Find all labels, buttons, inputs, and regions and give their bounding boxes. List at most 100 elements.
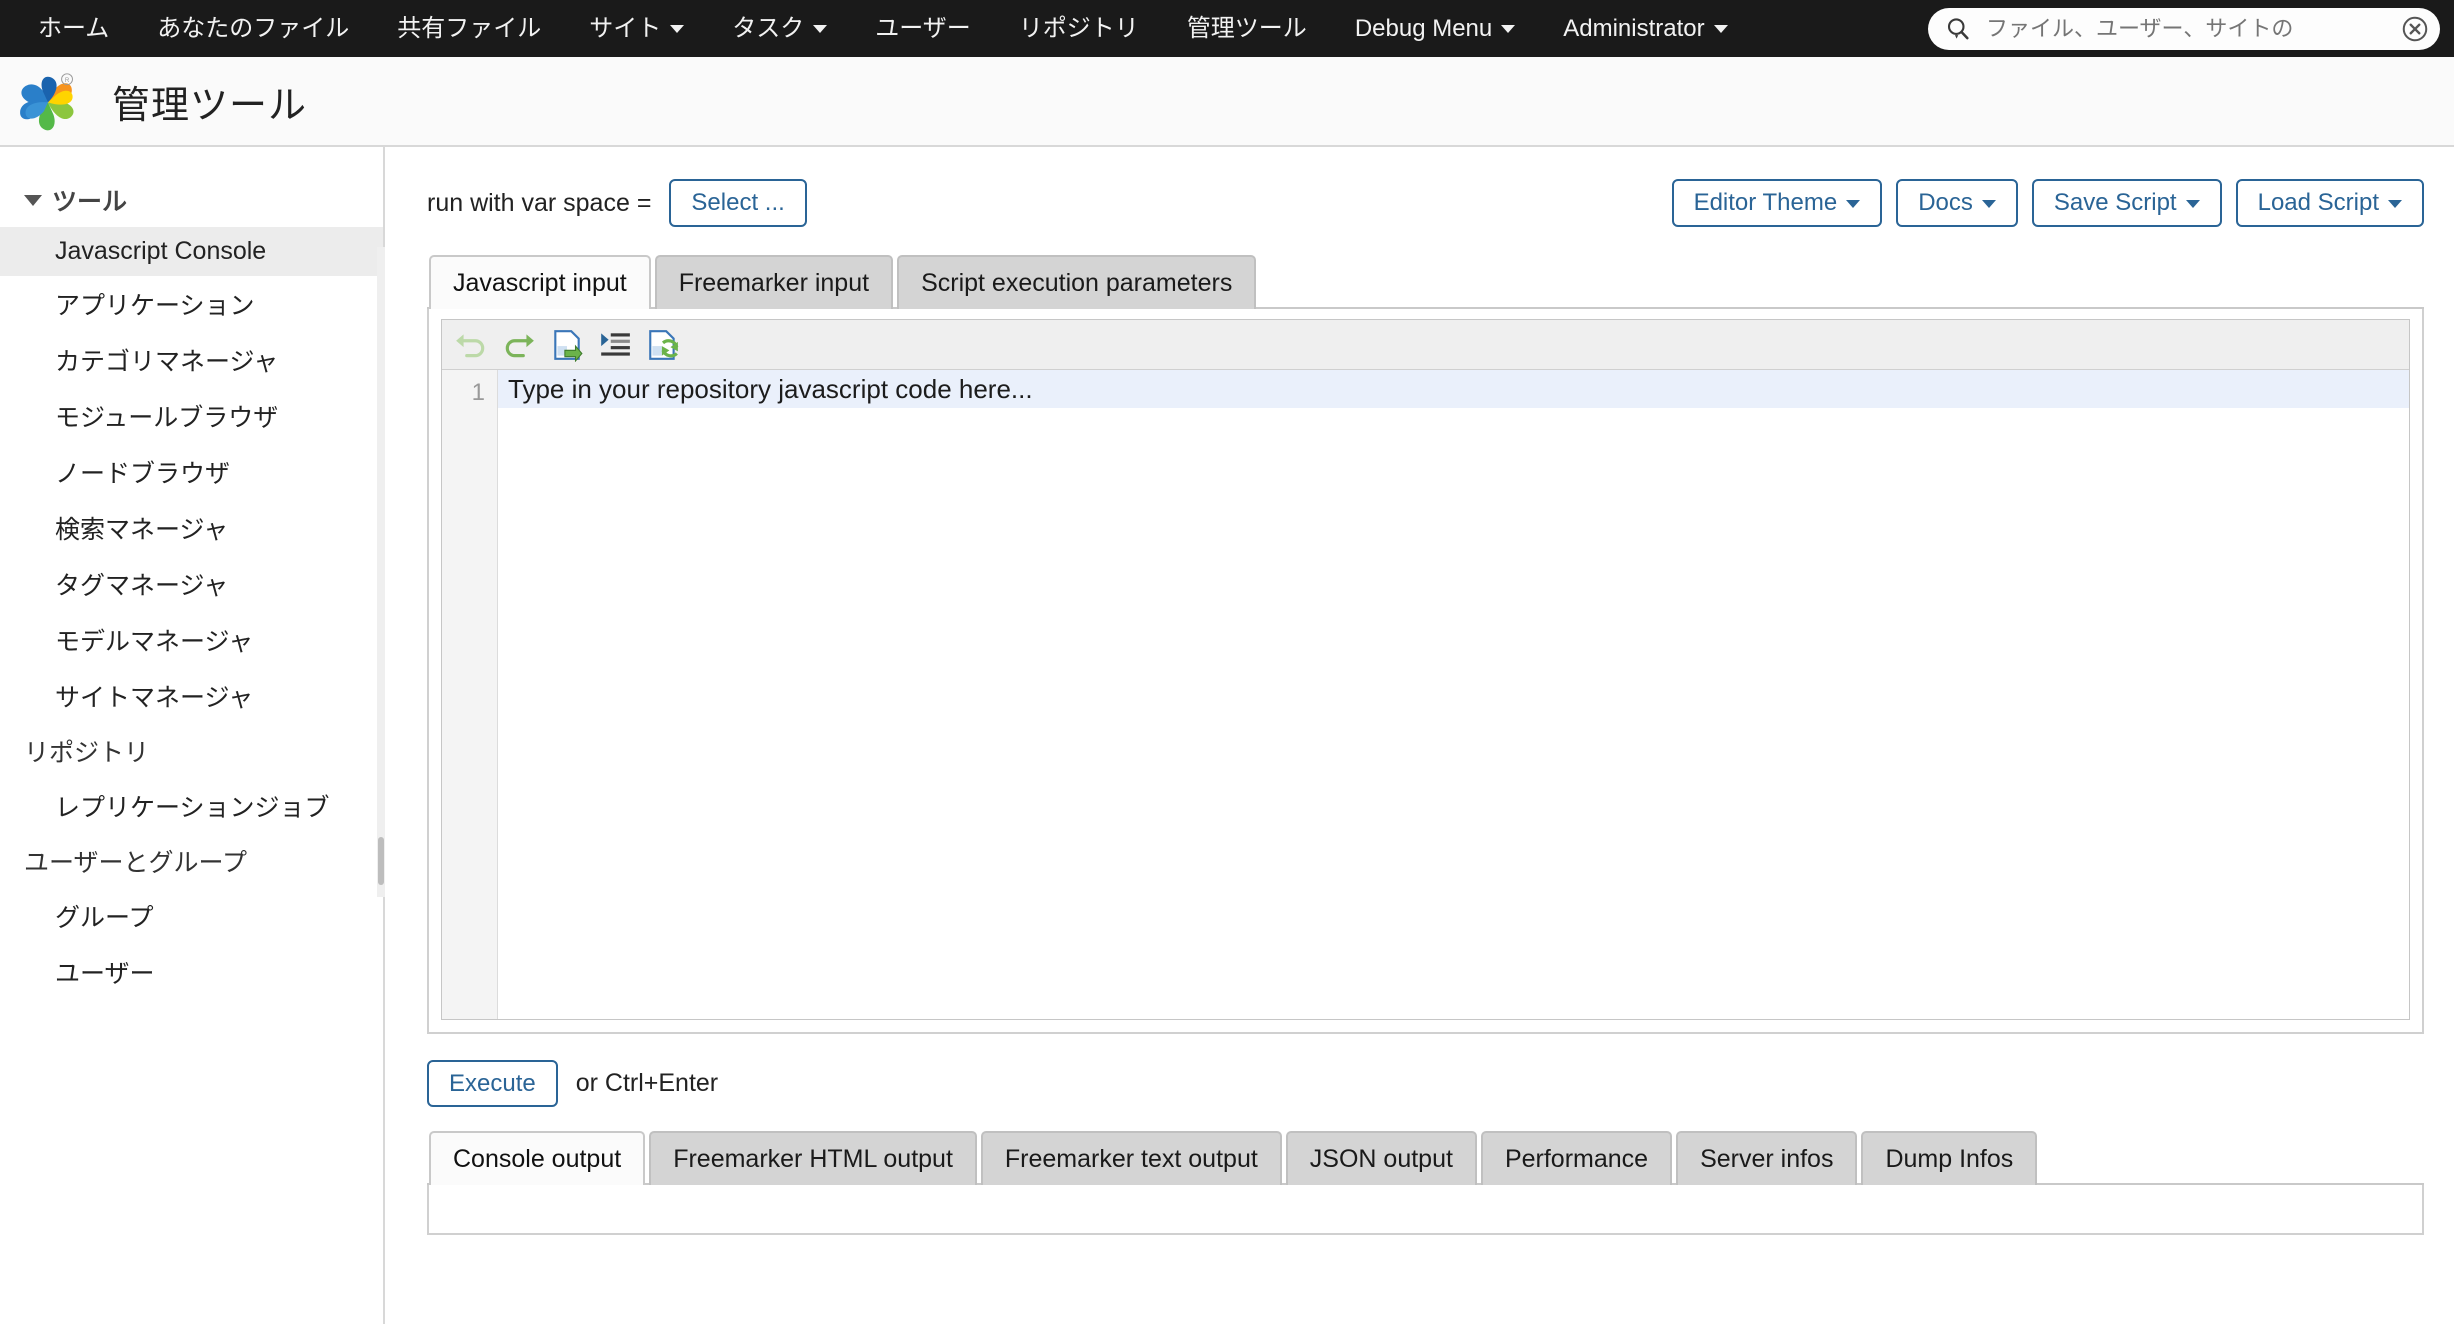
tab-performance[interactable]: Performance xyxy=(1480,1131,1673,1186)
sidebar-item-replication-jobs[interactable]: レプリケーションジョブ xyxy=(0,778,383,834)
tab-freemarker-html-output[interactable]: Freemarker HTML output xyxy=(649,1131,977,1186)
docs-label: Docs xyxy=(1918,189,1973,217)
nav-item-debug-menu[interactable]: Debug Menu xyxy=(1331,0,1539,57)
nav-item-label: ホーム xyxy=(38,15,110,42)
search-icon xyxy=(1947,17,1969,39)
indent-icon[interactable] xyxy=(598,328,632,362)
sidebar-scrollbar-thumb[interactable] xyxy=(378,837,384,885)
code-editor: 1 Type in your repository javascript cod… xyxy=(441,319,2410,1020)
nav-item-administrator[interactable]: Administrator xyxy=(1539,0,1751,57)
tab-server-infos[interactable]: Server infos xyxy=(1676,1131,1858,1186)
nav-item-label: あなたのファイル xyxy=(157,15,350,42)
tab-dump-infos[interactable]: Dump Infos xyxy=(1861,1131,2038,1186)
chevron-down-icon xyxy=(2388,200,2402,209)
nav-item-admin-tools[interactable]: 管理ツール xyxy=(1163,0,1331,57)
nav-item-label: リポジトリ xyxy=(1018,15,1139,42)
save-script-button[interactable]: Save Script xyxy=(2031,179,2222,227)
sidebar-item-search-manager[interactable]: 検索マネージャ xyxy=(0,500,383,556)
redo-icon[interactable] xyxy=(502,328,536,362)
tab-label: Dump Infos xyxy=(1885,1145,2014,1174)
editor-current-line[interactable]: Type in your repository javascript code … xyxy=(498,370,2409,408)
load-script-label: Load Script xyxy=(2257,189,2379,217)
nav-item-my-files[interactable]: あなたのファイル xyxy=(133,0,373,57)
sidebar-item-users[interactable]: ユーザー xyxy=(0,944,383,1000)
sidebar-item-module-browser[interactable]: モジュールブラウザ xyxy=(0,388,383,444)
chevron-down-icon xyxy=(1981,200,1996,209)
nav-item-label: Administrator xyxy=(1563,15,1705,42)
select-var-space-button[interactable]: Select ... xyxy=(669,179,807,227)
nav-item-label: ユーザー xyxy=(875,15,971,42)
tab-label: Server infos xyxy=(1700,1145,1834,1174)
tab-label: Freemarker HTML output xyxy=(673,1145,953,1174)
nav-item-home[interactable]: ホーム xyxy=(14,0,133,57)
sidebar-item-model-manager[interactable]: モデルマネージャ xyxy=(0,612,383,668)
editor-panel: 1 Type in your repository javascript cod… xyxy=(427,309,2424,1034)
editor-theme-label: Editor Theme xyxy=(1693,189,1838,217)
replace-document-icon[interactable] xyxy=(646,328,680,362)
editor-text-area[interactable]: Type in your repository javascript code … xyxy=(498,370,2409,1019)
docs-button[interactable]: Docs xyxy=(1896,179,2018,227)
input-tab-strip: Javascript input Freemarker input Script… xyxy=(427,253,2424,309)
tab-label: Performance xyxy=(1504,1145,1649,1174)
sidebar-item-application[interactable]: アプリケーション xyxy=(0,276,383,332)
tab-label: Console output xyxy=(453,1145,622,1174)
nav-item-sites[interactable]: サイト xyxy=(565,0,708,57)
tab-javascript-input[interactable]: Javascript input xyxy=(429,255,651,309)
sidebar-item-label: モジュールブラウザ xyxy=(55,404,279,432)
page-title: 管理ツール xyxy=(112,84,308,127)
tab-label: Javascript input xyxy=(453,269,627,297)
script-actions: Editor Theme Docs Save Script Load Scrip… xyxy=(1671,179,2424,227)
insert-document-icon[interactable] xyxy=(550,328,584,362)
nav-item-people[interactable]: ユーザー xyxy=(851,0,995,57)
select-var-space-label: Select ... xyxy=(691,189,785,217)
global-search-box[interactable] xyxy=(1928,7,2440,50)
search-input[interactable] xyxy=(1984,14,2400,43)
execute-button[interactable]: Execute xyxy=(427,1060,558,1108)
sidebar-item-site-manager[interactable]: サイトマネージャ xyxy=(0,668,383,724)
sidebar-item-label: タグマネージャ xyxy=(55,572,229,600)
sidebar: ツール Javascript Console アプリケーション カテゴリマネージ… xyxy=(0,147,385,1324)
var-space-row: run with var space = Select ... Editor T… xyxy=(427,175,2424,231)
sidebar-group-label: リポジトリ xyxy=(24,739,150,767)
chevron-down-icon xyxy=(1846,200,1861,209)
chevron-down-icon xyxy=(670,24,685,33)
sidebar-item-tag-manager[interactable]: タグマネージャ xyxy=(0,556,383,612)
nav-item-label: タスク xyxy=(732,15,805,42)
triangle-down-icon xyxy=(24,194,42,206)
nav-item-tasks[interactable]: タスク xyxy=(708,0,851,57)
nav-item-label: 管理ツール xyxy=(1186,15,1307,42)
sidebar-item-javascript-console[interactable]: Javascript Console xyxy=(0,227,383,276)
execute-label: Execute xyxy=(449,1070,536,1097)
clear-circle-icon[interactable] xyxy=(2400,14,2430,44)
nav-item-repository[interactable]: リポジトリ xyxy=(995,0,1163,57)
load-script-button[interactable]: Load Script xyxy=(2235,179,2424,227)
sidebar-item-category-manager[interactable]: カテゴリマネージャ xyxy=(0,332,383,388)
sidebar-group-repository[interactable]: リポジトリ xyxy=(0,724,383,778)
sidebar-scrollbar-track[interactable] xyxy=(377,247,385,897)
chevron-down-icon xyxy=(813,24,828,33)
output-tab-strip: Console output Freemarker HTML output Fr… xyxy=(427,1129,2424,1186)
chevron-down-icon xyxy=(1501,24,1516,33)
editor-body: 1 Type in your repository javascript cod… xyxy=(442,370,2409,1019)
sidebar-item-label: レプリケーションジョブ xyxy=(55,794,330,822)
tab-freemarker-input[interactable]: Freemarker input xyxy=(654,255,894,309)
chevron-down-icon xyxy=(2185,200,2200,209)
tab-json-output[interactable]: JSON output xyxy=(1285,1131,1477,1186)
sidebar-group-users-and-groups[interactable]: ユーザーとグループ xyxy=(0,834,383,888)
execute-row: Execute or Ctrl+Enter xyxy=(427,1060,2424,1108)
sidebar-item-label: ユーザー xyxy=(55,960,155,988)
tab-script-execution-parameters[interactable]: Script execution parameters xyxy=(897,255,1257,309)
svg-text:R: R xyxy=(65,77,70,84)
sidebar-item-label: モデルマネージャ xyxy=(55,628,254,656)
sidebar-item-groups[interactable]: グループ xyxy=(0,888,383,944)
nav-item-shared-files[interactable]: 共有ファイル xyxy=(373,0,565,57)
tab-label: Freemarker input xyxy=(678,269,870,297)
editor-theme-button[interactable]: Editor Theme xyxy=(1671,179,1883,227)
sidebar-group-tools[interactable]: ツール xyxy=(0,173,383,227)
sidebar-item-label: サイトマネージャ xyxy=(55,684,254,712)
sidebar-group-label: ツール xyxy=(52,188,128,216)
undo-icon[interactable] xyxy=(454,328,488,362)
sidebar-item-node-browser[interactable]: ノードブラウザ xyxy=(0,444,383,500)
tab-console-output[interactable]: Console output xyxy=(429,1131,646,1186)
tab-freemarker-text-output[interactable]: Freemarker text output xyxy=(980,1131,1282,1186)
